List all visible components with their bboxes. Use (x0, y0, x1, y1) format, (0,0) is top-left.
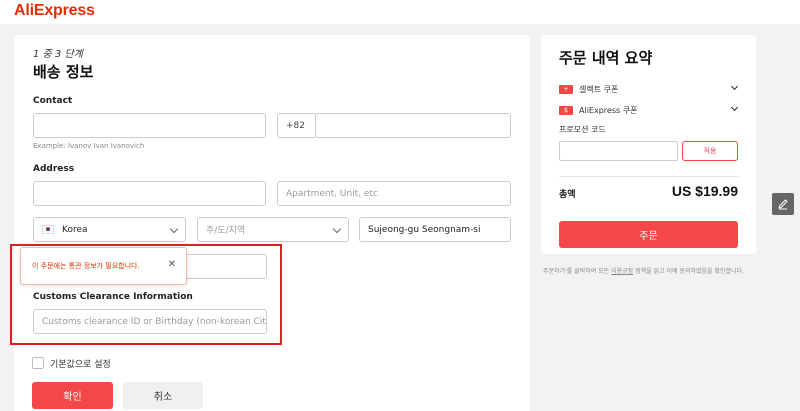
chevron-down-icon (332, 224, 342, 234)
aliexpress-coupon-label: AliExpress 쿠폰 (579, 105, 638, 115)
customs-highlight-box (10, 244, 282, 345)
chevron-down-icon (169, 224, 179, 234)
aliexpress-coupon-row[interactable]: $ AliExpress 쿠폰 (559, 103, 739, 117)
terms-text-before: 주문하기'를 클릭하여 모든 (543, 268, 612, 275)
shipping-title: 배송 정보 (33, 63, 94, 81)
terms-text-after: 정책을 읽고 이에 동의하였음을 확인합니다. (633, 268, 744, 275)
promo-code-label: 프로모션 코드 (559, 125, 606, 134)
contact-label: Contact (33, 96, 73, 106)
phone-input[interactable] (315, 113, 511, 138)
divider (559, 176, 739, 177)
promo-apply-button[interactable]: 적용 (682, 141, 738, 161)
top-bar: AliExpress (0, 0, 800, 24)
terms-notice: 주문하기'를 클릭하여 모든 이용규정 정책을 읽고 이에 동의하였음을 확인합… (543, 268, 758, 276)
name-input[interactable] (33, 113, 266, 138)
city-input[interactable]: Sujeong-gu Seongnam-si (359, 217, 511, 242)
province-select[interactable]: 주/도/지역 (197, 217, 349, 242)
summary-title: 주문 내역 요약 (559, 49, 653, 67)
phone-country-code[interactable]: +82 (277, 113, 316, 138)
promo-code-input[interactable] (559, 141, 678, 161)
place-order-button[interactable]: 주문 (559, 221, 738, 248)
name-hint: Example: Ivanov Ivan Ivanovich (33, 142, 145, 150)
pencil-icon (778, 199, 788, 210)
terms-link[interactable]: 이용규정 (611, 268, 633, 275)
total-value: US $19.99 (671, 183, 738, 199)
aliexpress-logo[interactable]: AliExpress (14, 2, 95, 20)
province-placeholder: 주/도/지역 (206, 226, 246, 236)
default-checkbox[interactable] (32, 357, 44, 369)
cancel-button[interactable]: 취소 (123, 382, 203, 409)
order-summary-card: 주문 내역 요약 + 셀렉트 쿠폰 $ AliExpress 쿠폰 프로모션 코… (541, 35, 756, 254)
step-indicator: 1 중 3 단계 (33, 49, 83, 60)
country-select[interactable]: Korea (33, 217, 186, 242)
select-coupon-label: 셀렉트 쿠폰 (579, 84, 619, 94)
select-coupon-row[interactable]: + 셀렉트 쿠폰 (559, 82, 739, 96)
feedback-button[interactable] (772, 193, 794, 215)
shipping-info-card: 1 중 3 단계 배송 정보 Contact +82 Example: Ivan… (14, 35, 530, 411)
apartment-input[interactable]: Apartment, Unit, etc (277, 181, 511, 206)
korea-flag-icon (42, 225, 54, 234)
confirm-button[interactable]: 확인 (32, 382, 113, 409)
coupon-icon: + (559, 84, 573, 94)
street-input[interactable] (33, 181, 266, 206)
country-value: Korea (62, 224, 88, 235)
default-checkbox-label[interactable]: 기본값으로 설정 (50, 357, 111, 370)
chevron-down-icon (730, 82, 739, 91)
coupon-icon: $ (559, 105, 573, 115)
address-label: Address (33, 164, 75, 174)
chevron-down-icon (730, 103, 739, 112)
total-label: 총액 (559, 190, 576, 200)
